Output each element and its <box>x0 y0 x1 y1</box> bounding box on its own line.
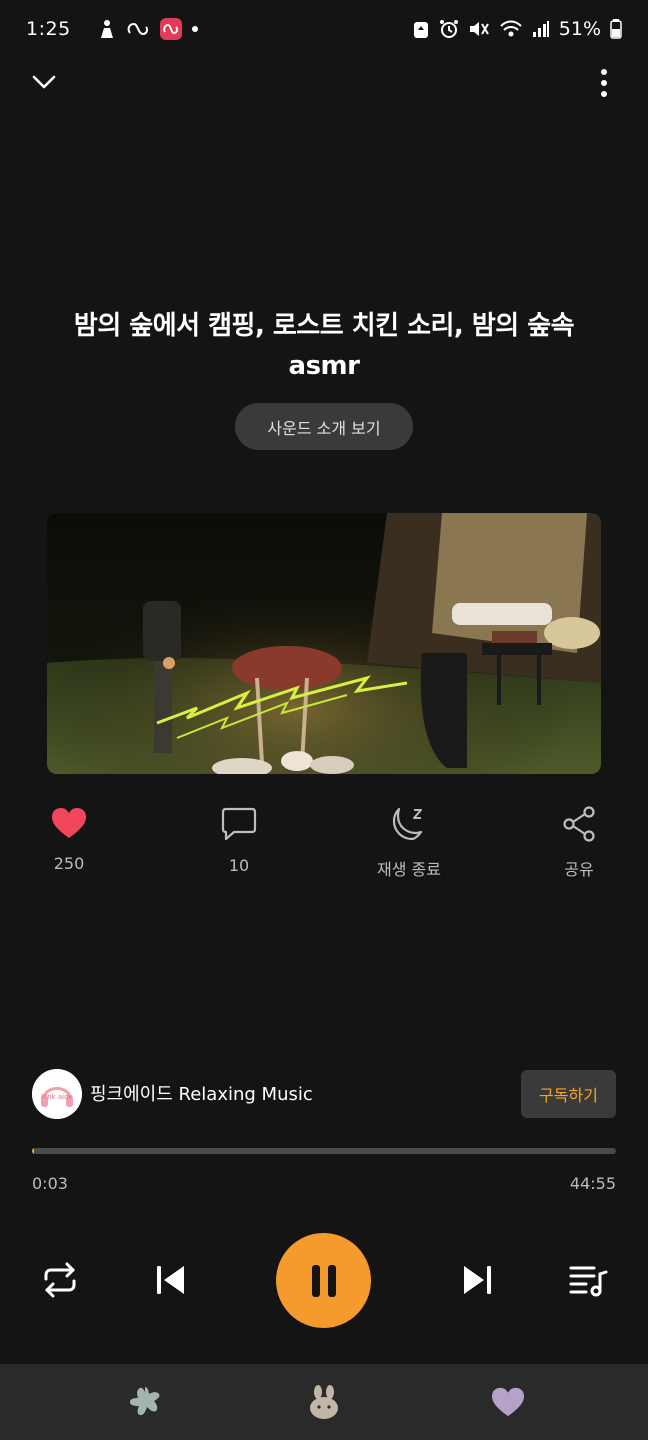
repeat-icon <box>44 1262 76 1298</box>
flower-icon <box>130 1387 160 1416</box>
channel-avatar[interactable]: Pink aide <box>32 1069 82 1119</box>
progress-fill <box>32 1148 34 1154</box>
notification-dot <box>192 26 198 32</box>
track-title-line2: asmr <box>288 351 360 381</box>
more-vertical-icon <box>601 69 607 97</box>
loop-icon <box>127 22 148 36</box>
bottom-navigation <box>0 1364 648 1440</box>
share-button[interactable]: 공유 <box>519 806 639 880</box>
heart-icon <box>52 808 86 838</box>
progress-bar[interactable] <box>32 1148 616 1154</box>
share-label: 공유 <box>564 860 594 879</box>
total-time: 44:55 <box>569 1174 616 1193</box>
pause-icon <box>311 1264 336 1297</box>
comment-count: 10 <box>228 856 250 875</box>
current-time: 0:03 <box>32 1174 68 1193</box>
avatar-logo-text: Pink aide <box>41 1093 73 1101</box>
next-button[interactable] <box>456 1258 500 1302</box>
mute-icon <box>469 22 489 36</box>
moon-icon <box>392 807 423 841</box>
share-icon <box>563 806 595 842</box>
skip-next-icon <box>464 1266 491 1294</box>
playlist-button[interactable] <box>566 1258 610 1302</box>
nav-item-flower[interactable] <box>125 1384 165 1420</box>
app-badge-icon <box>160 18 182 40</box>
signal-icon <box>532 21 549 37</box>
like-button[interactable]: 250 <box>9 806 129 873</box>
track-artwork <box>47 513 601 774</box>
more-options-button[interactable] <box>590 68 618 98</box>
sound-intro-button[interactable]: 사운드 소개 보기 <box>235 403 413 450</box>
chevron-down-icon <box>32 75 56 89</box>
heart-icon <box>492 1387 524 1417</box>
alarm-icon <box>439 20 458 38</box>
track-title: 밤의 숲에서 캠핑, 로스트 치킨 소리, 밤의 숲속 asmr <box>40 306 608 386</box>
wifi-icon <box>500 20 522 37</box>
playlist-icon <box>569 1266 608 1297</box>
comment-button[interactable]: 10 <box>179 806 299 875</box>
channel-name[interactable]: 핑크에이드 Relaxing Music <box>90 1080 313 1106</box>
recycle-icon <box>413 22 428 38</box>
nav-item-bunny[interactable] <box>304 1384 344 1420</box>
status-time: 1:25 <box>26 18 71 40</box>
nav-item-heart[interactable] <box>488 1384 528 1420</box>
collapse-button[interactable] <box>30 68 58 96</box>
subscribe-button[interactable]: 구독하기 <box>521 1070 616 1118</box>
previous-button[interactable] <box>148 1258 192 1302</box>
comment-icon <box>221 807 257 841</box>
pause-button[interactable] <box>276 1233 371 1328</box>
bunny-icon <box>310 1385 338 1419</box>
like-count: 250 <box>53 854 85 873</box>
status-bar: 1:25 51% <box>0 14 648 46</box>
track-title-line1: 밤의 숲에서 캠핑, 로스트 치킨 소리, 밤의 숲속 <box>73 311 575 341</box>
sleep-timer-button[interactable]: 재생 종료 <box>349 806 469 880</box>
battery-icon <box>610 19 622 39</box>
skip-previous-icon <box>157 1266 184 1294</box>
sleep-timer-label: 재생 종료 <box>377 860 441 879</box>
battery-percent: 51% <box>558 18 601 40</box>
person-icon <box>101 20 113 38</box>
repeat-button[interactable] <box>38 1258 82 1302</box>
